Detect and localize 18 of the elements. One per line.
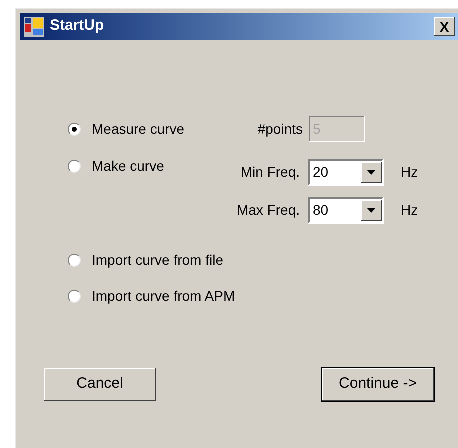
- dialog-button[interactable]: Continue ->: [322, 368, 434, 401]
- radio-option[interactable]: Import curve from file: [68, 250, 458, 270]
- radio-option[interactable]: Measure curve: [68, 119, 228, 139]
- frequency-label: Min Freq.: [240, 163, 300, 182]
- frequency-dropdown[interactable]: 20: [308, 159, 384, 186]
- close-button[interactable]: X: [434, 17, 455, 36]
- points-label: #points: [258, 120, 303, 139]
- dropdown-arrow-icon: [367, 208, 376, 213]
- window-title: StartUp: [50, 16, 104, 36]
- frequency-dropdown[interactable]: 80: [308, 197, 384, 224]
- app-icon: [24, 16, 44, 36]
- dropdown-arrow-icon: [367, 170, 376, 175]
- radio-option[interactable]: Make curve: [68, 156, 228, 176]
- radio-option[interactable]: Import curve from APM: [68, 286, 458, 306]
- unit-label: Hz: [401, 163, 420, 182]
- dialog-button[interactable]: Cancel: [44, 368, 156, 401]
- unit-label: Hz: [401, 201, 420, 220]
- frequency-label: Max Freq.: [236, 201, 300, 220]
